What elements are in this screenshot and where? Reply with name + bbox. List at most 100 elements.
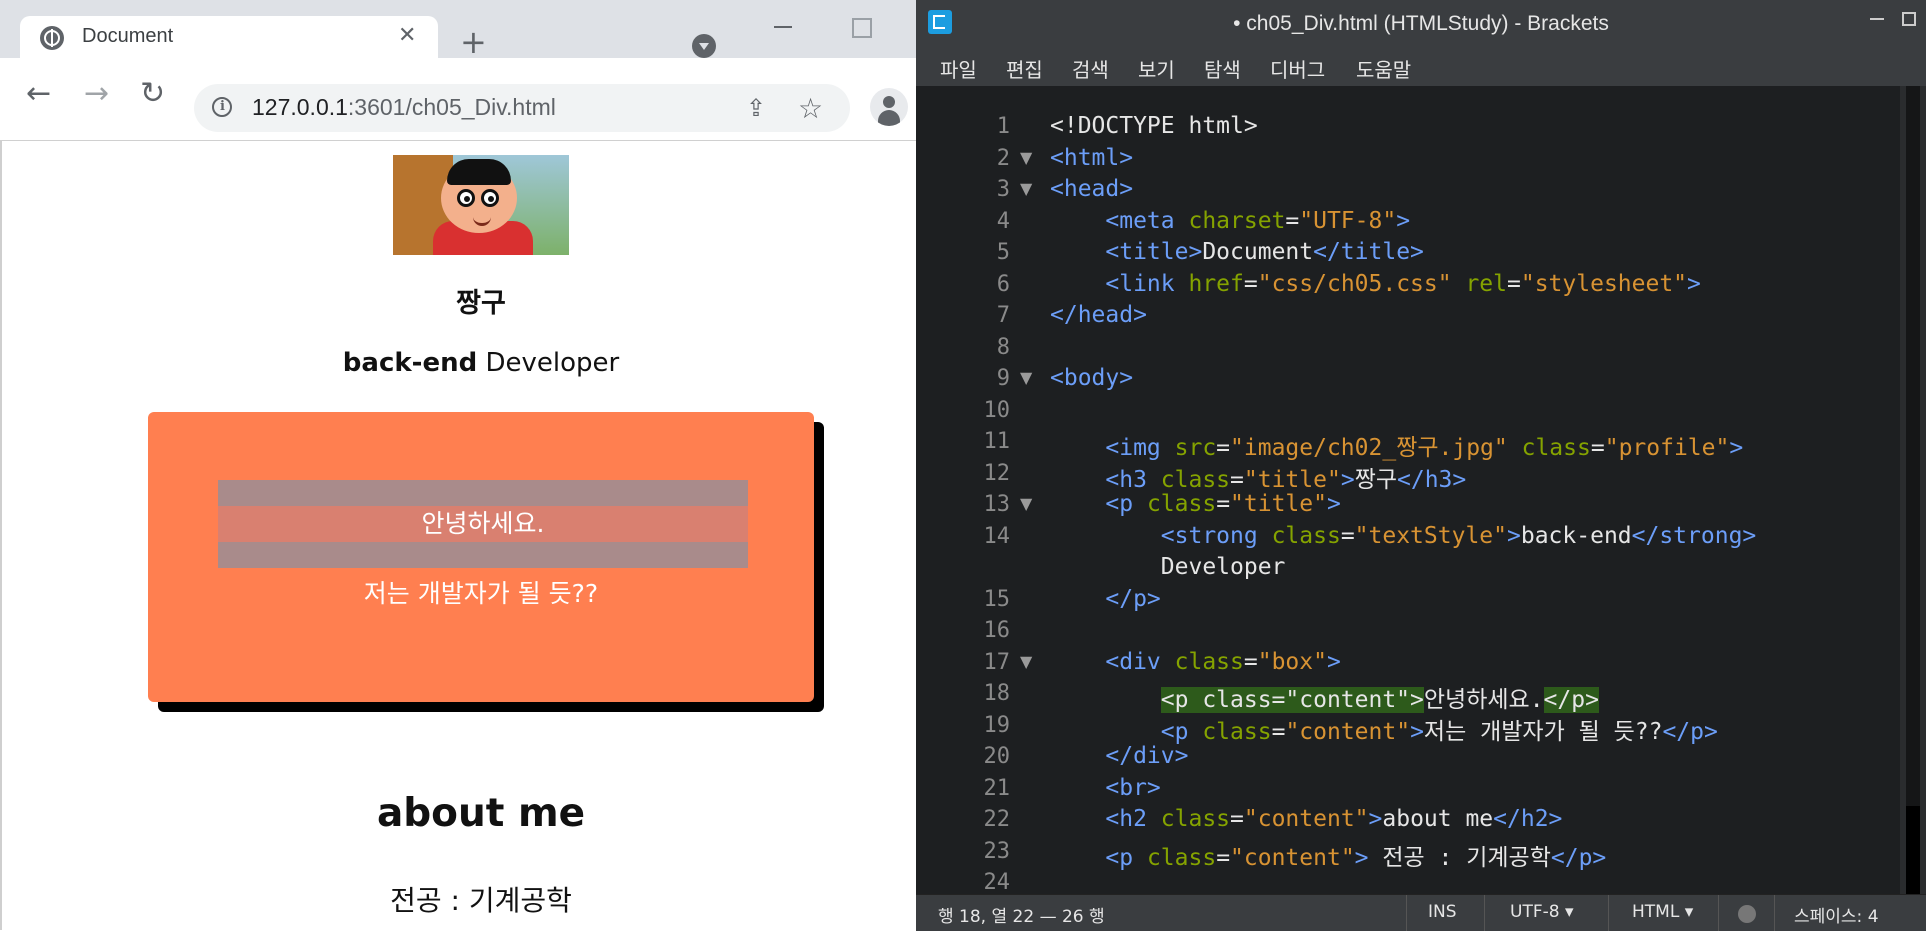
code-line: <meta charset="UTF-8">	[1050, 208, 1411, 234]
code-line: </div>	[1050, 743, 1189, 769]
insert-mode-indicator[interactable]: INS	[1428, 902, 1457, 922]
fold-arrow-icon[interactable]: ▼	[1020, 179, 1032, 198]
editor-scrollbar[interactable]	[1900, 86, 1926, 894]
editor-statusbar: 행 18, 열 22 — 26 행 INS UTF-8 ▾ HTML ▾ 스페이…	[916, 894, 1926, 931]
line-number: 1	[996, 114, 1010, 139]
code-line: <p class="content">저는 개발자가 될 듯??</p>	[1050, 719, 1718, 745]
role-rest: Developer	[477, 348, 620, 378]
browser-toolbar: ← → ↻ 127.0.0.1:3601/ch05_Div.html ⇪ ☆	[0, 58, 916, 141]
line-number: 23	[983, 839, 1011, 864]
tab-document[interactable]: Document ✕	[20, 16, 438, 58]
line-number: 18	[983, 681, 1011, 706]
line-number: 4	[996, 209, 1010, 234]
line-number: 6	[996, 272, 1010, 297]
new-tab-button[interactable]: +	[460, 26, 487, 58]
line-number: 2	[996, 146, 1010, 171]
code-line: <body>	[1050, 365, 1134, 391]
code-editor[interactable]: 1 2 3 4 5 6 7 8 9 10 11 12 13 14 15 16 1…	[916, 86, 1900, 894]
reload-icon[interactable]: ↻	[140, 78, 165, 110]
editor-maximize-button[interactable]	[1902, 12, 1916, 26]
maximize-button[interactable]	[852, 18, 872, 38]
profile-image	[393, 155, 569, 255]
code-line: </head>	[1050, 302, 1147, 328]
line-number: 19	[983, 713, 1011, 738]
url-path: :3601/ch05_Div.html	[347, 94, 556, 120]
page-viewport: 짱구 back-end Developer 안녕하세요. 저는 개발자가 될 듯…	[0, 141, 916, 930]
brackets-window: • ch05_Div.html (HTMLStudy) - Brackets 파…	[916, 0, 1926, 931]
line-number: 16	[983, 618, 1011, 643]
greeting-text: 안녕하세요.	[421, 509, 545, 538]
profile-role: back-end Developer	[2, 348, 916, 378]
fold-arrow-icon[interactable]: ▼	[1020, 652, 1032, 671]
minimize-button[interactable]	[774, 26, 792, 28]
line-number: 5	[996, 240, 1010, 265]
close-icon[interactable]: ✕	[398, 22, 416, 50]
info-icon[interactable]	[212, 97, 232, 117]
scrollbar-thumb[interactable]	[1906, 806, 1920, 894]
cursor-position: 행 18, 열 22 — 26 행	[938, 907, 1105, 927]
code-line: </p>	[1050, 586, 1161, 612]
line-number: 24	[983, 870, 1011, 894]
editor-menubar: 파일 편집 검색 보기 탐색 디버그 도움말	[916, 50, 1926, 86]
menu-file[interactable]: 파일	[940, 54, 977, 83]
globe-icon	[40, 26, 64, 50]
code-line-current: <p class="content">안녕하세요.</p>	[1160, 687, 1599, 713]
code-line: <h3 class="title">짱구</h3>	[1050, 467, 1467, 493]
menu-debug[interactable]: 디버그	[1270, 54, 1325, 83]
code-line: <h2 class="content">about me</h2>	[1050, 806, 1563, 832]
share-icon[interactable]: ⇪	[746, 94, 766, 122]
code-line: <!DOCTYPE html>	[1050, 113, 1258, 139]
code-line: <head>	[1050, 176, 1134, 202]
code-line: <strong class="textStyle">back-end</stro…	[1050, 523, 1757, 549]
menu-view[interactable]: 보기	[1138, 54, 1175, 83]
line-gutter: 1 2 3 4 5 6 7 8 9 10 11 12 13 14 15 16 1…	[916, 86, 1033, 894]
line-number: 17	[983, 650, 1011, 675]
menu-edit[interactable]: 편집	[1006, 54, 1043, 83]
language-dropdown[interactable]: HTML ▾	[1632, 902, 1693, 922]
editor-minimize-button[interactable]	[1870, 18, 1884, 20]
line-number: 14	[983, 524, 1011, 549]
line-number: 9	[996, 366, 1010, 391]
menu-help[interactable]: 도움말	[1356, 54, 1411, 83]
linter-status-icon[interactable]	[1738, 905, 1756, 923]
back-arrow-icon[interactable]: ←	[26, 78, 51, 110]
fold-arrow-icon[interactable]: ▼	[1020, 148, 1032, 167]
line-number: 7	[996, 303, 1010, 328]
code-line: <p class="content"> 전공 : 기계공학</p>	[1050, 845, 1607, 871]
code-line: <link href="css/ch05.css" rel="styleshee…	[1050, 271, 1701, 297]
code-line: Developer	[1050, 554, 1286, 580]
matched-tag-close: </p>	[1543, 687, 1599, 713]
tab-search-icon[interactable]	[692, 34, 716, 58]
tab-title: Document	[82, 25, 174, 47]
profile-name-heading: 짱구	[456, 288, 506, 319]
url-host: 127.0.0.1	[252, 94, 348, 120]
address-bar[interactable]: 127.0.0.1:3601/ch05_Div.html ⇪ ☆	[194, 84, 850, 132]
line-number: 21	[983, 776, 1011, 801]
code-line: <br>	[1050, 775, 1161, 801]
profile-avatar-icon[interactable]	[870, 88, 908, 126]
line-number: 11	[983, 429, 1011, 454]
code-line: <img src="image/ch02_짱구.jpg" class="prof…	[1050, 435, 1744, 461]
code-line: <p class="title">	[1050, 491, 1341, 517]
tab-strip: Document ✕ +	[0, 0, 916, 58]
encoding-dropdown[interactable]: UTF-8 ▾	[1510, 902, 1574, 922]
indent-spaces-setting[interactable]: 스페이스: 4	[1794, 902, 1879, 927]
fold-arrow-icon[interactable]: ▼	[1020, 494, 1032, 513]
greeting-paragraph: 안녕하세요.	[218, 480, 748, 568]
major-text: 전공 : 기계공학	[390, 884, 572, 917]
menu-navigate[interactable]: 탐색	[1204, 54, 1241, 83]
code-line: <div class="box">	[1050, 649, 1341, 675]
role-strong: back-end	[342, 348, 478, 378]
menu-find[interactable]: 검색	[1072, 54, 1109, 83]
editor-titlebar: • ch05_Div.html (HTMLStudy) - Brackets	[916, 0, 1926, 50]
url-text[interactable]: 127.0.0.1:3601/ch05_Div.html	[252, 94, 556, 121]
forward-arrow-icon[interactable]: →	[84, 78, 109, 110]
line-number: 15	[983, 587, 1011, 612]
line-number: 3	[996, 177, 1010, 202]
bookmark-star-icon[interactable]: ☆	[798, 92, 823, 125]
line-number: 20	[983, 744, 1011, 769]
content-box: 안녕하세요. 저는 개발자가 될 듯??	[148, 412, 814, 702]
fold-arrow-icon[interactable]: ▼	[1020, 368, 1032, 387]
matched-tag-open: <p class="content">	[1160, 687, 1424, 713]
line-number: 10	[983, 398, 1011, 423]
